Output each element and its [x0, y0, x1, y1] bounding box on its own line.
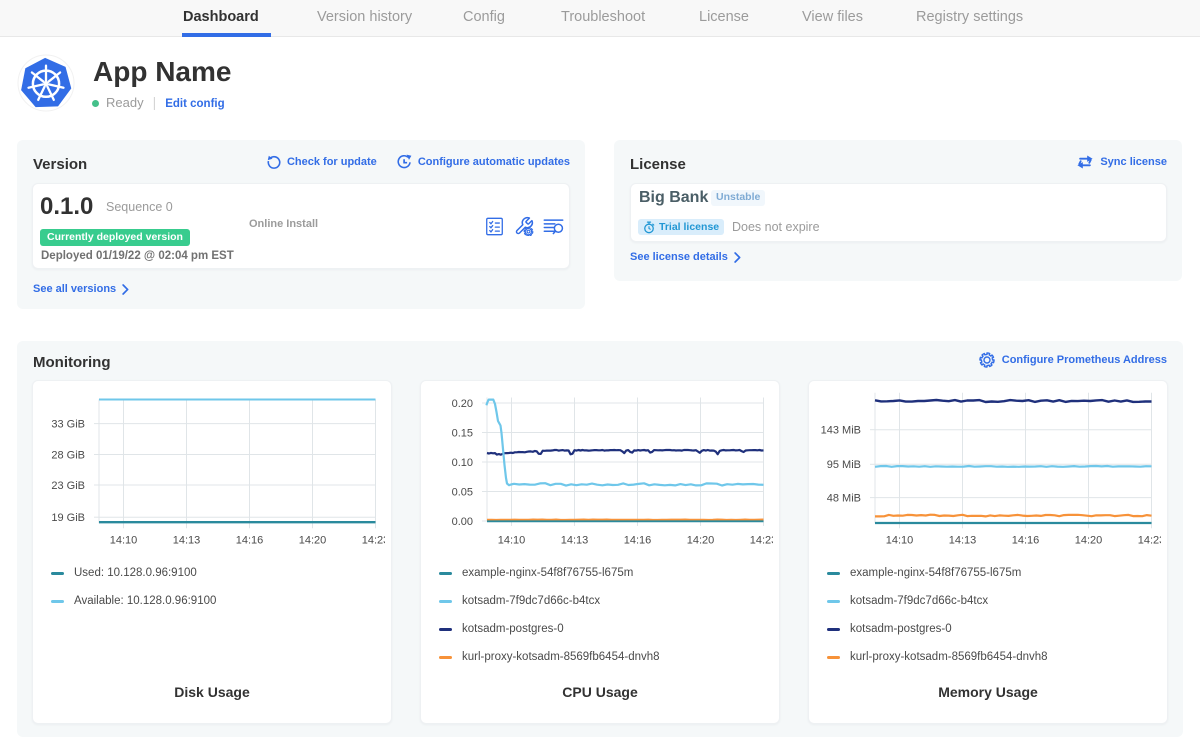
- svg-text:28 GiB: 28 GiB: [51, 449, 85, 461]
- svg-text:14:16: 14:16: [624, 535, 652, 547]
- svg-text:14:16: 14:16: [236, 535, 264, 547]
- svg-text:14:20: 14:20: [1075, 535, 1103, 547]
- svg-text:33 GiB: 33 GiB: [51, 418, 85, 430]
- svg-text:14:10: 14:10: [110, 535, 138, 547]
- svg-text:0.00: 0.00: [452, 516, 473, 528]
- svg-text:14:10: 14:10: [886, 535, 914, 547]
- svg-text:143 MiB: 143 MiB: [821, 425, 861, 437]
- svg-text:14:23: 14:23: [1138, 535, 1161, 547]
- svg-text:23 GiB: 23 GiB: [51, 480, 85, 492]
- svg-text:14:23: 14:23: [362, 535, 385, 547]
- svg-text:14:23: 14:23: [750, 535, 773, 547]
- svg-text:0.05: 0.05: [452, 486, 473, 498]
- svg-text:14:20: 14:20: [299, 535, 327, 547]
- svg-text:14:10: 14:10: [498, 535, 526, 547]
- svg-text:19 GiB: 19 GiB: [51, 512, 85, 524]
- svg-text:14:20: 14:20: [687, 535, 715, 547]
- svg-text:0.15: 0.15: [452, 427, 473, 439]
- svg-text:14:13: 14:13: [173, 535, 201, 547]
- svg-text:95 MiB: 95 MiB: [827, 459, 861, 471]
- svg-text:14:16: 14:16: [1012, 535, 1040, 547]
- svg-text:14:13: 14:13: [561, 535, 589, 547]
- svg-text:14:13: 14:13: [949, 535, 977, 547]
- svg-text:48 MiB: 48 MiB: [827, 492, 861, 504]
- svg-text:0.10: 0.10: [452, 457, 473, 469]
- svg-text:0.20: 0.20: [452, 398, 473, 410]
